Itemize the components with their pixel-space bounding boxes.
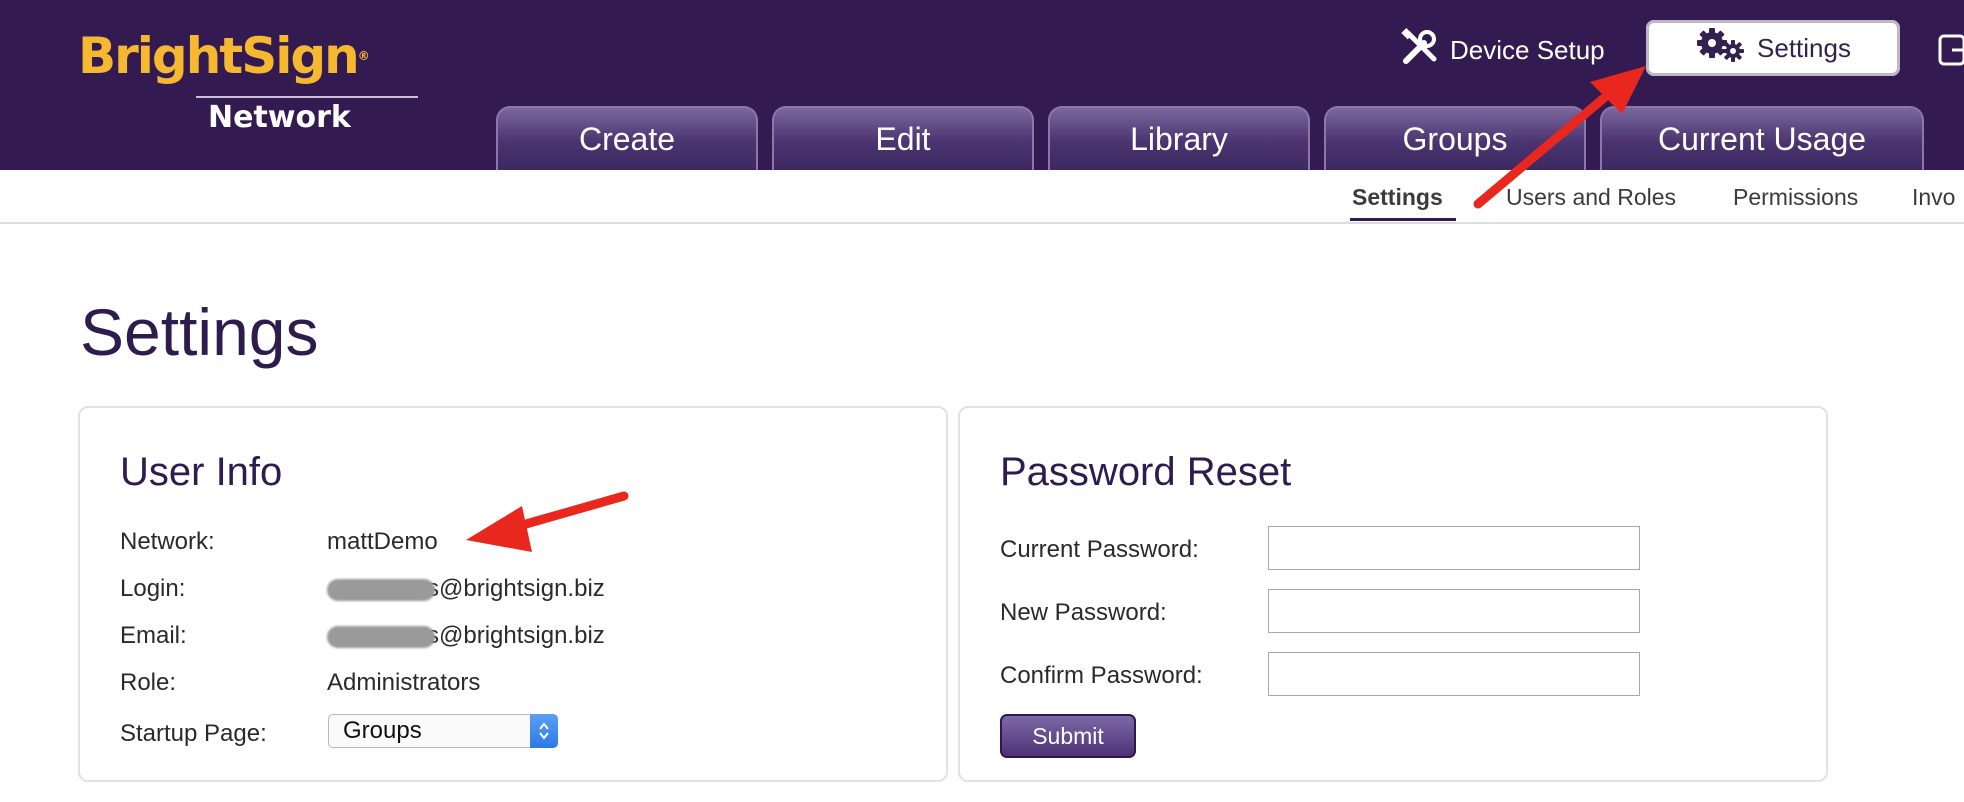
current-password-label: Current Password: — [1000, 536, 1199, 563]
new-password-label: New Password: — [1000, 599, 1167, 626]
logo-wordmark: BrightSign® — [78, 27, 370, 85]
startup-page-label: Startup Page: — [120, 720, 267, 747]
logo-rule — [196, 96, 418, 98]
tab-create-label: Create — [578, 120, 676, 157]
settings-label: Settings — [1757, 32, 1851, 63]
active-subnav-indicator — [1350, 218, 1456, 221]
device-setup-link[interactable]: Device Setup — [1400, 27, 1605, 74]
tab-current-usage-label: Current Usage — [1657, 120, 1867, 157]
email-value: s@brightsign.biz — [327, 622, 605, 650]
settings-button[interactable]: Settings — [1646, 20, 1900, 76]
password-reset-panel: Password Reset Current Password: New Pas… — [958, 406, 1828, 782]
tab-library[interactable]: Library — [1048, 106, 1310, 170]
wrench-screwdriver-icon — [1400, 27, 1440, 74]
subnav-invoices-clipped[interactable]: Invo — [1912, 184, 1964, 218]
network-label: Network: — [120, 528, 215, 555]
login-value: s@brightsign.biz — [327, 575, 605, 603]
select-arrows-icon — [530, 714, 558, 748]
confirm-password-input[interactable] — [1268, 652, 1640, 696]
new-password-input[interactable] — [1268, 589, 1640, 633]
login-value-text: s@brightsign.biz — [427, 575, 605, 602]
logo-sub-text: Network — [208, 100, 351, 135]
tab-groups-label: Groups — [1402, 120, 1508, 157]
tab-create[interactable]: Create — [496, 106, 758, 170]
subnav-permissions[interactable]: Permissions — [1733, 184, 1858, 211]
top-header: BrightSign® Network Device Setup Setting… — [0, 0, 1964, 170]
logo-main-text: BrightSign — [78, 27, 360, 85]
password-reset-title: Password Reset — [1000, 450, 1292, 494]
role-value: Administrators — [327, 669, 481, 696]
subnav-settings[interactable]: Settings — [1352, 184, 1443, 211]
current-password-input[interactable] — [1268, 526, 1640, 570]
startup-page-selected: Groups — [343, 717, 422, 744]
role-label: Role: — [120, 669, 177, 696]
tab-groups[interactable]: Groups — [1324, 106, 1586, 170]
tab-edit-label: Edit — [875, 120, 931, 157]
submit-button[interactable]: Submit — [1000, 714, 1136, 758]
sub-navigation: Settings Users and Roles Permissions Inv… — [0, 170, 1964, 224]
device-setup-label: Device Setup — [1450, 34, 1605, 65]
user-info-title: User Info — [120, 450, 283, 494]
gears-icon — [1695, 27, 1745, 70]
redacted-text — [327, 625, 435, 648]
network-value: mattDemo — [327, 528, 438, 555]
brightsign-logo[interactable]: BrightSign® Network — [78, 28, 418, 138]
registered-mark: ® — [357, 49, 370, 63]
confirm-password-label: Confirm Password: — [1000, 662, 1203, 689]
startup-page-select[interactable]: Groups — [328, 714, 558, 748]
email-label: Email: — [120, 622, 187, 649]
subnav-users-and-roles[interactable]: Users and Roles — [1506, 184, 1676, 211]
login-label: Login: — [120, 575, 186, 602]
page-title: Settings — [80, 295, 319, 369]
logout-icon[interactable] — [1938, 30, 1964, 70]
tab-library-label: Library — [1130, 120, 1228, 157]
tab-edit[interactable]: Edit — [772, 106, 1034, 170]
email-value-text: s@brightsign.biz — [427, 622, 605, 649]
redacted-text — [327, 578, 435, 601]
subnav-invoices-label: Invo — [1912, 184, 1956, 210]
user-info-panel: User Info Network: mattDemo Login: s@bri… — [78, 406, 948, 782]
tab-current-usage[interactable]: Current Usage — [1600, 106, 1924, 170]
